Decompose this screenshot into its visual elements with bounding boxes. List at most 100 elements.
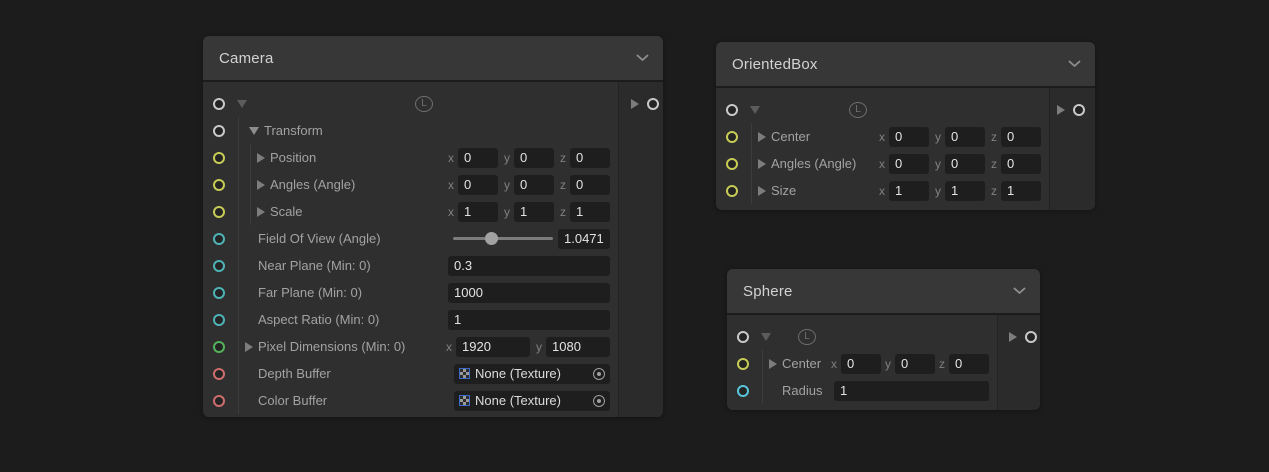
expand-arrow-icon[interactable]: [257, 207, 265, 217]
expand-arrow-icon[interactable]: [257, 153, 265, 163]
number-field-z[interactable]: 0: [1001, 154, 1041, 174]
node-editor-canvas[interactable]: Camera L Transform: [0, 0, 1269, 472]
local-badge-icon[interactable]: L: [415, 96, 433, 112]
number-field-x[interactable]: 1920: [456, 337, 530, 357]
expand-arrow-icon[interactable]: [769, 359, 777, 369]
property-label: Size: [771, 183, 873, 198]
node-header-camera[interactable]: Camera: [203, 36, 663, 80]
input-port[interactable]: [726, 158, 738, 170]
collapse-expander-icon[interactable]: [750, 106, 760, 114]
output-expander-icon[interactable]: [1009, 332, 1017, 342]
input-port[interactable]: [737, 331, 749, 343]
chevron-down-icon[interactable]: [1013, 287, 1026, 295]
number-field-z[interactable]: 0: [1001, 127, 1041, 147]
collapse-expander-icon[interactable]: [761, 333, 771, 341]
number-field-x[interactable]: 1: [889, 181, 929, 201]
input-port[interactable]: [726, 131, 738, 143]
axis-label-y: y: [504, 205, 510, 219]
number-field-y[interactable]: 0: [514, 175, 554, 195]
property-row-aspect-ratio: Aspect Ratio (Min: 0) 1: [203, 306, 618, 333]
number-field-z[interactable]: 0: [949, 354, 989, 374]
input-port[interactable]: [213, 125, 225, 137]
fov-slider[interactable]: [453, 232, 553, 245]
input-port[interactable]: [213, 287, 225, 299]
input-port[interactable]: [213, 395, 225, 407]
expand-arrow-icon[interactable]: [758, 159, 766, 169]
input-port[interactable]: [213, 179, 225, 191]
input-port[interactable]: [737, 385, 749, 397]
texture-reference-field[interactable]: None (Texture): [454, 391, 610, 411]
local-badge-icon[interactable]: L: [798, 329, 816, 345]
texture-reference-field[interactable]: None (Texture): [454, 364, 610, 384]
axis-label-x: x: [831, 357, 837, 371]
number-field-y[interactable]: 0: [514, 148, 554, 168]
vector2-fields: x 1920 y 1080: [440, 337, 610, 357]
number-field-z[interactable]: 0: [570, 175, 610, 195]
indent-guide: [762, 350, 763, 377]
output-port[interactable]: [1025, 331, 1037, 343]
output-port[interactable]: [1073, 104, 1085, 116]
indent-guide: [238, 252, 239, 279]
number-field-x[interactable]: 1: [458, 202, 498, 222]
output-expander-icon[interactable]: [631, 99, 639, 109]
object-picker-icon[interactable]: [593, 395, 605, 407]
axis-label-z: z: [560, 151, 566, 165]
input-port[interactable]: [213, 341, 225, 353]
indent-guide: [238, 333, 239, 360]
chevron-down-icon[interactable]: [1068, 60, 1081, 68]
axis-label-z: z: [991, 130, 997, 144]
expand-arrow-icon[interactable]: [758, 132, 766, 142]
input-port[interactable]: [213, 260, 225, 272]
number-field-radius[interactable]: 1: [834, 381, 989, 401]
number-field-z[interactable]: 1: [1001, 181, 1041, 201]
number-field-x[interactable]: 0: [841, 354, 881, 374]
slider-track[interactable]: [453, 237, 553, 240]
input-port[interactable]: [726, 185, 738, 197]
axis-label-x: x: [879, 157, 885, 171]
number-field-y[interactable]: 0: [945, 154, 985, 174]
slider-handle[interactable]: [485, 232, 498, 245]
number-field-x[interactable]: 0: [889, 127, 929, 147]
number-field-aspect-ratio[interactable]: 1: [448, 310, 610, 330]
number-field-x[interactable]: 0: [889, 154, 929, 174]
input-port[interactable]: [726, 104, 738, 116]
node-header-sphere[interactable]: Sphere: [727, 269, 1040, 313]
input-port[interactable]: [737, 358, 749, 370]
vector3-fields: x 1 y 1 z 1: [442, 202, 610, 222]
expand-arrow-icon[interactable]: [257, 180, 265, 190]
input-port[interactable]: [213, 206, 225, 218]
input-port[interactable]: [213, 98, 225, 110]
input-port[interactable]: [213, 314, 225, 326]
number-field-z[interactable]: 1: [570, 202, 610, 222]
chevron-down-icon[interactable]: [636, 54, 649, 62]
number-field-y[interactable]: 1: [945, 181, 985, 201]
indent-guide: [238, 279, 239, 306]
input-port[interactable]: [213, 368, 225, 380]
number-field-y[interactable]: 0: [895, 354, 935, 374]
number-field-y[interactable]: 1: [514, 202, 554, 222]
axis-label-y: y: [935, 157, 941, 171]
output-port[interactable]: [647, 98, 659, 110]
input-port[interactable]: [213, 233, 225, 245]
number-field-x[interactable]: 0: [458, 175, 498, 195]
axis-label-x: x: [879, 184, 885, 198]
property-row-near-plane: Near Plane (Min: 0) 0.3: [203, 252, 618, 279]
property-row-color-buffer: Color Buffer None (Texture): [203, 387, 618, 414]
number-field-y[interactable]: 0: [945, 127, 985, 147]
number-field-y[interactable]: 1080: [546, 337, 610, 357]
expand-arrow-icon[interactable]: [245, 342, 253, 352]
axis-label-y: y: [504, 151, 510, 165]
output-expander-icon[interactable]: [1057, 105, 1065, 115]
number-field-fov[interactable]: 1.0471: [558, 229, 610, 249]
local-badge-icon[interactable]: L: [849, 102, 867, 118]
collapse-expander-icon[interactable]: [237, 100, 247, 108]
number-field-z[interactable]: 0: [570, 148, 610, 168]
collapse-expander-icon[interactable]: [249, 127, 259, 135]
number-field-x[interactable]: 0: [458, 148, 498, 168]
number-field-far-plane[interactable]: 1000: [448, 283, 610, 303]
node-header-orientedbox[interactable]: OrientedBox: [716, 42, 1095, 86]
number-field-near-plane[interactable]: 0.3: [448, 256, 610, 276]
object-picker-icon[interactable]: [593, 368, 605, 380]
input-port[interactable]: [213, 152, 225, 164]
expand-arrow-icon[interactable]: [758, 186, 766, 196]
